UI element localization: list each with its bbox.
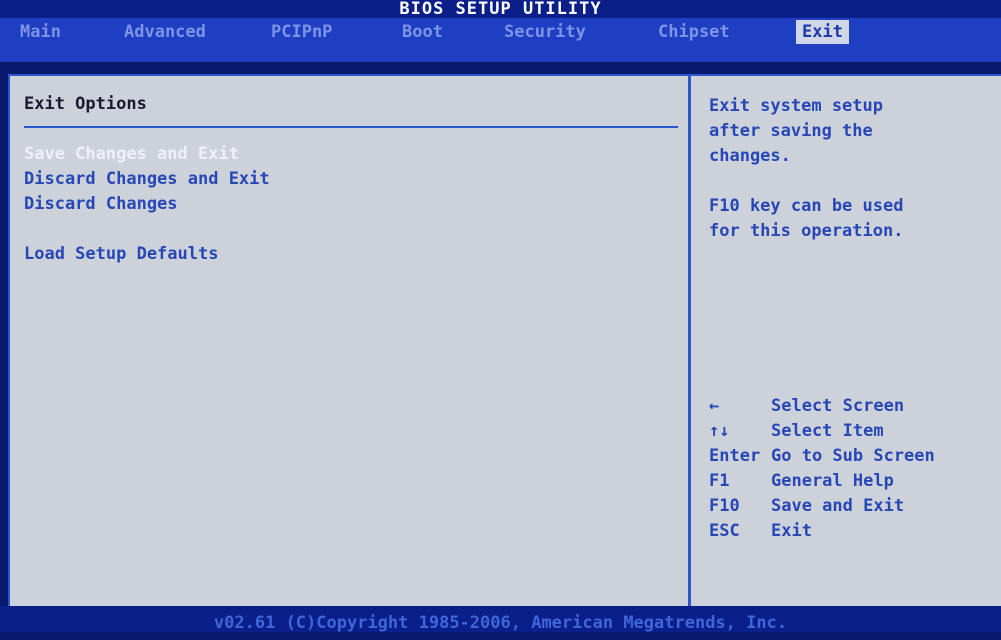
section-title: Exit Options [24,94,147,114]
key-hint-desc: Select Screen [771,396,905,416]
discard-changes-item[interactable]: Discard Changes [24,194,178,214]
copyright-footer: v02.61 (C)Copyright 1985-2006, American … [0,606,1001,633]
key-hint-select-screen: ← Select Screen [709,394,904,418]
discard-changes-and-exit-item[interactable]: Discard Changes and Exit [24,169,270,189]
tab-security[interactable]: Security [498,20,592,44]
bios-title: BIOS SETUP UTILITY [0,0,1001,18]
help-text: Exit system setup after saving the chang… [709,96,904,241]
key-label: F1 [709,471,730,491]
tab-chipset[interactable]: Chipset [652,20,736,44]
key-label: F10 [709,496,740,516]
up-down-arrow-key-icon: ↑↓ [709,421,730,441]
tab-exit[interactable]: Exit [796,20,849,44]
left-arrow-key-icon: ← [709,396,720,416]
key-hint-desc: Exit [771,521,812,541]
key-hint-desc: Select Item [771,421,884,441]
exit-options-panel: Exit Options Save Changes and Exit Disca… [8,74,690,608]
tab-boot[interactable]: Boot [396,20,449,44]
key-label: Enter [709,446,761,466]
save-changes-and-exit-item[interactable]: Save Changes and Exit [24,144,239,164]
menu-bar: Main Advanced PCIPnP Boot Security Chips… [0,18,1001,62]
key-hint-esc: ESC Exit [709,519,812,543]
key-hint-f1: F1 General Help [709,469,894,493]
key-hint-desc: General Help [771,471,894,491]
key-hint-desc: Go to Sub Screen [771,446,935,466]
tab-pcipnp[interactable]: PCIPnP [265,20,338,44]
load-setup-defaults-item[interactable]: Load Setup Defaults [24,244,218,264]
help-panel: Exit system setup after saving the chang… [688,74,1001,608]
key-hint-desc: Save and Exit [771,496,905,516]
key-label: ESC [709,521,740,541]
section-divider [24,126,678,128]
key-hint-f10: F10 Save and Exit [709,494,904,518]
key-hint-select-item: ↑↓ Select Item [709,419,884,443]
key-hint-enter: Enter Go to Sub Screen [709,444,935,468]
tab-main[interactable]: Main [14,20,67,44]
tab-advanced[interactable]: Advanced [118,20,212,44]
